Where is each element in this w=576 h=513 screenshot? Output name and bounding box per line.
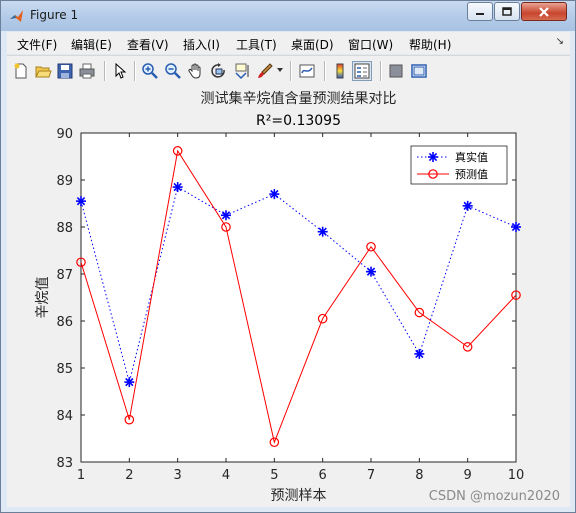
maximize-icon xyxy=(502,7,512,16)
line-chart[interactable]: 测试集辛烷值含量预测结果对比R²=0.130951 2 3 4 5 6 7 8 9 1083848… xyxy=(7,86,570,507)
menu-insert[interactable]: 插入(I) xyxy=(183,36,220,53)
minimize-button[interactable] xyxy=(467,2,493,21)
menu-bar: 文件(F) 编辑(E) 查看(V) 插入(I) 工具(T) 桌面(D) 窗口(W… xyxy=(7,32,570,54)
watermark-text: CSDN @mozun2020 xyxy=(429,489,560,504)
pointer-icon[interactable] xyxy=(111,62,129,80)
legend-marker-1 xyxy=(428,152,438,162)
chart-subtitle: R²=0.13095 xyxy=(256,113,341,129)
y-tick-label: 89 xyxy=(56,174,73,189)
link-plot-icon[interactable] xyxy=(298,62,316,80)
y-tick-label: 88 xyxy=(56,221,73,236)
maximize-button[interactable] xyxy=(494,2,520,21)
x-tick-label: 1 xyxy=(77,468,85,483)
print-icon[interactable] xyxy=(78,62,96,80)
zoom-in-icon[interactable] xyxy=(141,62,159,80)
zoom-out-icon[interactable] xyxy=(164,62,182,80)
series-1-point xyxy=(221,210,231,221)
menu-edit[interactable]: 编辑(E) xyxy=(71,36,112,53)
legend-label-1: 真实值 xyxy=(455,150,488,164)
matlab-icon xyxy=(10,10,23,22)
window-title: Figure 1 xyxy=(30,8,79,22)
new-figure-icon[interactable] xyxy=(12,62,30,80)
toolbar-separator xyxy=(104,61,106,81)
y-tick-label: 84 xyxy=(56,409,73,424)
figure-toolbar xyxy=(7,55,570,86)
menu-help[interactable]: 帮助(H) xyxy=(409,36,451,53)
close-button[interactable] xyxy=(521,2,567,21)
x-tick-label: 7 xyxy=(367,468,375,483)
legend-icon[interactable] xyxy=(352,61,372,81)
series-1-point xyxy=(511,222,521,232)
y-axis-label: 辛烷值 xyxy=(35,277,51,319)
menu-window[interactable]: 窗口(W) xyxy=(348,36,393,53)
chevron-down-icon[interactable] xyxy=(277,68,283,73)
show-plot-tools-icon[interactable] xyxy=(410,62,428,80)
y-tick-label: 90 xyxy=(56,127,73,142)
colorbar-icon[interactable] xyxy=(331,62,349,80)
series-1-point xyxy=(366,266,376,277)
title-bar[interactable]: Figure 1 xyxy=(1,1,575,31)
toolbar-separator xyxy=(324,61,326,81)
menu-tools[interactable]: 工具(T) xyxy=(236,36,277,53)
toolbar-separator xyxy=(134,61,136,81)
open-file-icon[interactable] xyxy=(34,62,52,80)
y-tick-label: 83 xyxy=(56,456,73,471)
brush-icon[interactable] xyxy=(256,62,274,80)
x-axis-label: 预测样本 xyxy=(271,488,327,504)
x-tick-label: 4 xyxy=(222,468,230,483)
y-tick-label: 87 xyxy=(56,268,73,283)
x-tick-label: 10 xyxy=(508,468,525,483)
menu-view[interactable]: 查看(V) xyxy=(127,36,169,53)
x-tick-label: 8 xyxy=(415,468,423,483)
toolbar-separator xyxy=(380,61,382,81)
dock-arrow-icon[interactable]: ↘ xyxy=(556,36,564,47)
y-tick-label: 86 xyxy=(56,315,73,330)
data-cursor-icon[interactable] xyxy=(233,62,251,80)
series-1-point xyxy=(124,377,135,388)
menu-desktop[interactable]: 桌面(D) xyxy=(291,36,334,53)
series-1-point xyxy=(414,348,425,359)
hide-plot-tools-icon[interactable] xyxy=(387,62,405,80)
series-1-point xyxy=(269,189,280,200)
y-tick-label: 85 xyxy=(56,362,73,377)
series-1-point xyxy=(76,196,86,207)
save-icon[interactable] xyxy=(56,62,74,80)
x-tick-label: 3 xyxy=(174,468,182,483)
legend-label-2: 预测值 xyxy=(455,168,488,181)
figure-window: Figure 1 文件(F) 编辑(E) 查看(V) 插入(I) 工具(T) 桌… xyxy=(0,0,576,513)
x-tick-label: 5 xyxy=(270,468,278,483)
chart-title: 测试集辛烷值含量预测结果对比 xyxy=(201,90,397,107)
close-icon xyxy=(539,6,549,17)
minimize-icon xyxy=(476,12,484,15)
series-1-point xyxy=(317,226,328,237)
series-1-point xyxy=(172,182,183,193)
figure-canvas[interactable]: 测试集辛烷值含量预测结果对比 R²=0.13095 1 2 3 4 5 6 7 8 9 10 83 84 8… xyxy=(7,86,570,507)
rotate-3d-icon[interactable] xyxy=(210,62,228,80)
pan-icon[interactable] xyxy=(187,62,205,80)
menu-file[interactable]: 文件(F) xyxy=(17,36,57,53)
x-tick-label: 2 xyxy=(125,468,133,483)
x-tick-label: 6 xyxy=(319,468,327,483)
series-1-point xyxy=(462,200,473,211)
toolbar-separator xyxy=(290,61,292,81)
x-tick-label: 9 xyxy=(464,468,472,483)
